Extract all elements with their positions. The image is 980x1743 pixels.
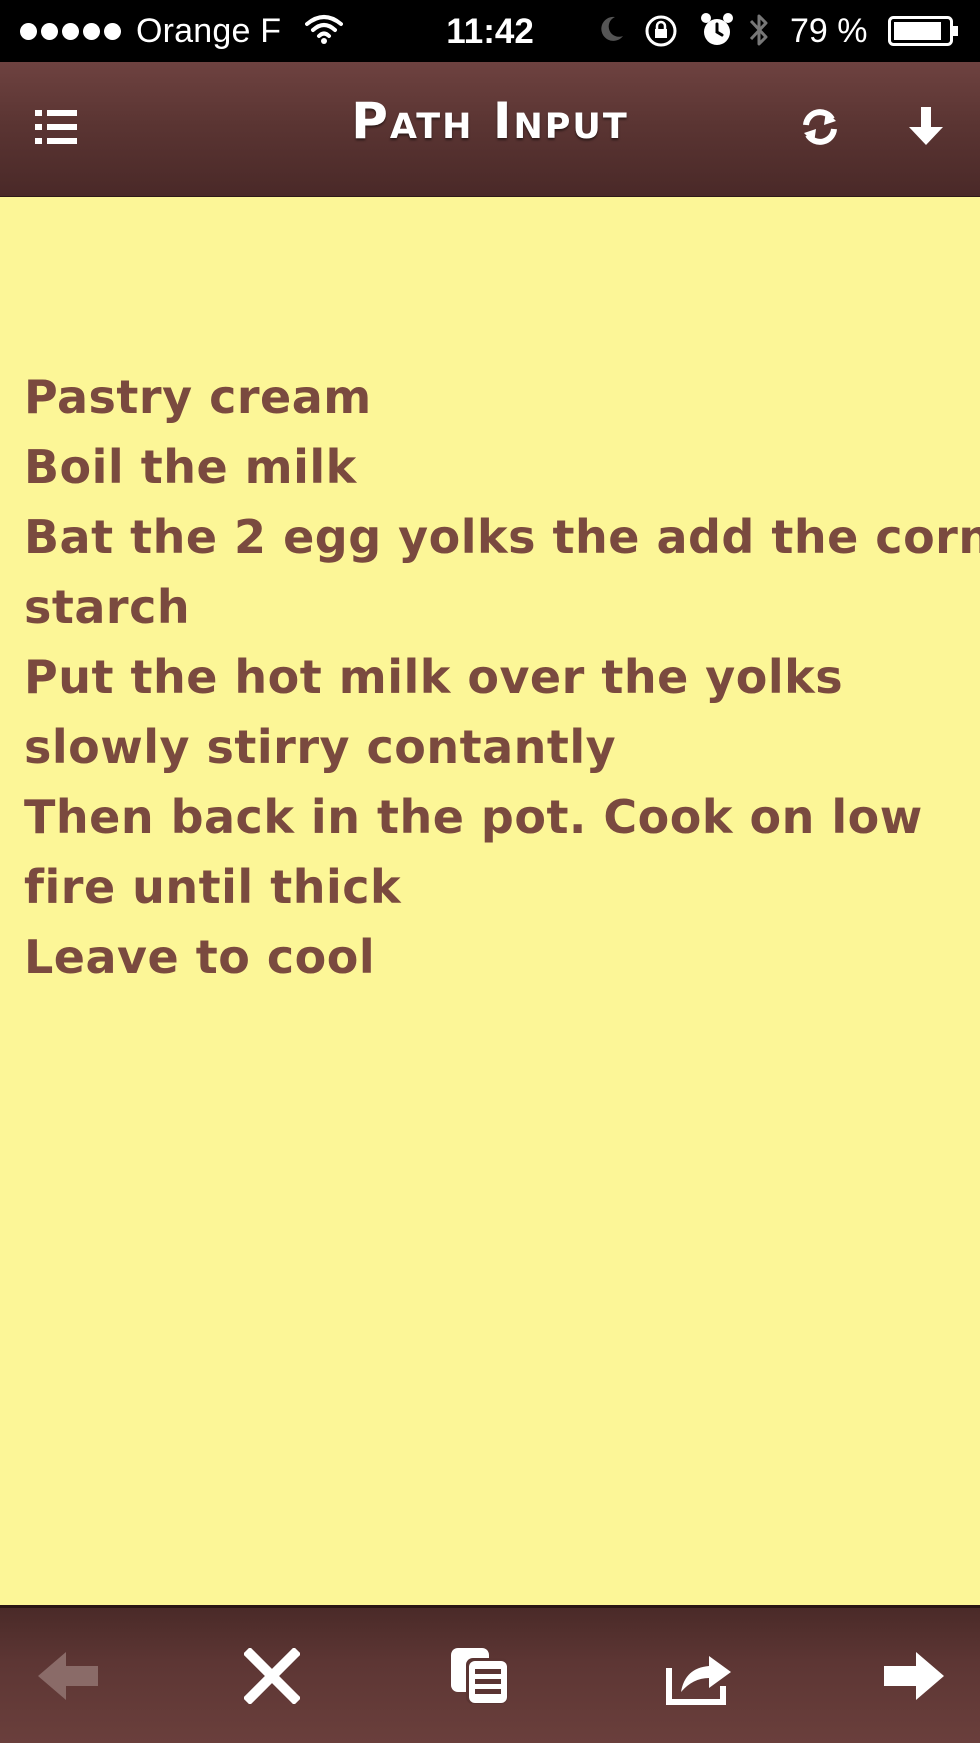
back-button[interactable] — [28, 1641, 108, 1711]
note-line: Bat the 2 egg yolks the add the corn — [24, 510, 980, 564]
note-line: Put the hot milk over the yolks — [24, 650, 844, 704]
note-area[interactable]: Pastry cream Boil the milk Bat the 2 egg… — [0, 197, 980, 1605]
nav-bar: Path Input — [0, 62, 980, 198]
forward-arrow-icon — [884, 1652, 944, 1700]
bluetooth-icon — [749, 14, 768, 46]
notes-list-button[interactable] — [440, 1641, 520, 1711]
forward-button[interactable] — [874, 1641, 954, 1711]
back-arrow-icon — [38, 1652, 98, 1700]
download-arrow-icon — [909, 107, 943, 145]
download-button[interactable] — [896, 97, 956, 157]
note-line: starch — [24, 580, 191, 634]
share-icon — [666, 1656, 731, 1705]
battery-percent: 79 % — [790, 12, 868, 50]
bottom-toolbar — [0, 1605, 980, 1743]
note-line: Then back in the pot. Cook on low — [24, 790, 923, 844]
rotation-lock-icon — [645, 15, 677, 47]
sync-button[interactable] — [790, 97, 850, 157]
close-icon — [244, 1648, 300, 1704]
note-line: Boil the milk — [24, 440, 357, 494]
list-stack-icon — [451, 1648, 508, 1704]
note-line: slowly stirry contantly — [24, 720, 617, 774]
battery-icon — [888, 16, 958, 46]
note-line: Pastry cream — [24, 370, 372, 424]
share-button[interactable] — [660, 1641, 740, 1711]
note-line: Leave to cool — [24, 930, 376, 984]
note-line: fire until thick — [24, 860, 402, 914]
note-text[interactable]: Pastry cream Boil the milk Bat the 2 egg… — [24, 362, 980, 992]
status-bar: Orange F 11:42 79 % — [0, 0, 980, 62]
delete-button[interactable] — [232, 1641, 312, 1711]
alarm-icon — [701, 13, 733, 45]
sync-icon — [803, 109, 837, 145]
moon-icon — [601, 16, 623, 41]
